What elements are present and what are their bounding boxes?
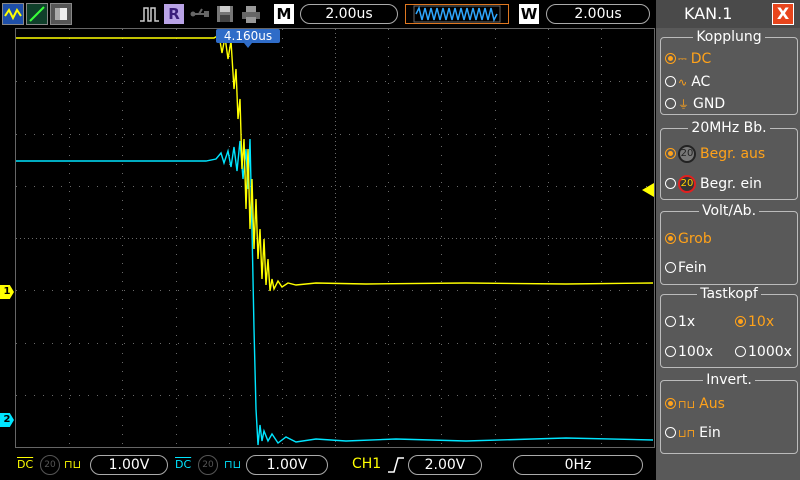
panel-header: KAN.1 X xyxy=(656,0,800,28)
window-timebase-indicator: W xyxy=(519,4,539,24)
radio-icon xyxy=(665,97,676,109)
memory-position-bar[interactable] xyxy=(405,4,509,24)
top-toolbar: R M 2.00us W 2.00us xyxy=(0,0,655,28)
radio-icon xyxy=(665,232,676,244)
coupling-group: Kopplung ⎓ DC ∿ AC ⏚ GND xyxy=(660,29,798,115)
ch2-scale-value[interactable]: 1.00V xyxy=(246,455,328,475)
trigger-level-marker[interactable] xyxy=(642,183,654,197)
ch1-trace xyxy=(16,33,654,292)
coupling-title: Kopplung xyxy=(693,29,765,45)
invert-on-option[interactable]: ⊔⊓ Ein xyxy=(665,425,721,441)
radio-icon xyxy=(665,426,676,438)
window-timebase-value[interactable]: 2.00us xyxy=(546,4,650,24)
ground-icon: ⏚ xyxy=(678,98,689,111)
invert-off-option[interactable]: ⊓⊔ Aus xyxy=(665,396,725,412)
radio-icon xyxy=(735,345,746,357)
bw-20-icon: 20 xyxy=(678,145,696,163)
pulse-trigger-icon[interactable] xyxy=(138,3,160,25)
probe-1x-option[interactable]: 1x xyxy=(665,314,695,330)
trigger-source[interactable]: CH1 xyxy=(352,456,381,472)
volts-title: Volt/Ab. xyxy=(698,203,760,219)
ch2-coupling-badge: DC xyxy=(175,458,192,471)
ch1-marker[interactable]: 1 xyxy=(0,285,14,299)
volts-group: Volt/Ab. Grob Fein xyxy=(660,203,798,285)
save-icon[interactable] xyxy=(214,3,236,25)
usb-icon xyxy=(189,3,211,25)
ch1-bw-icon: 20 xyxy=(40,455,60,475)
coupling-dc-option[interactable]: ⎓ DC xyxy=(665,51,711,67)
probe-title: Tastkopf xyxy=(697,286,761,302)
radio-icon xyxy=(735,315,746,327)
ch1-coupling-badge: DC xyxy=(17,458,34,471)
ch1-invert-icon: ⊓⊔ xyxy=(64,458,82,471)
panel-title: KAN.1 xyxy=(684,4,733,23)
radio-icon xyxy=(665,315,676,327)
rising-edge-icon xyxy=(386,455,406,479)
waveform-canvas: 4.160us xyxy=(16,29,654,447)
radio-icon xyxy=(665,261,676,273)
invert-group: Invert. ⊓⊔ Aus ⊔⊓ Ein xyxy=(660,372,798,454)
print-icon[interactable] xyxy=(240,3,262,25)
bw-limit-on-option[interactable]: 20 Begr. ein xyxy=(665,175,762,193)
radio-icon xyxy=(665,75,676,87)
bw-limit-off-option[interactable]: 20 Begr. aus xyxy=(665,145,765,163)
volts-coarse-option[interactable]: Grob xyxy=(665,231,712,247)
ac-icon: ∿ xyxy=(678,75,688,89)
ch2-marker[interactable]: 2 xyxy=(0,413,14,427)
dc-icon: ⎓ xyxy=(678,52,687,65)
square-wave-icon: ⊓⊔ xyxy=(678,397,696,411)
probe-group: Tastkopf 1x 10x 100x 1000x xyxy=(660,286,798,368)
ch2-invert-icon: ⊓⊔ xyxy=(224,458,242,471)
ch1-scale-value[interactable]: 1.00V xyxy=(90,455,168,475)
inverted-wave-icon: ⊔⊓ xyxy=(678,426,696,440)
coupling-ac-option[interactable]: ∿ AC xyxy=(665,74,710,90)
trigger-time-label: 4.160us xyxy=(224,29,272,43)
bottom-status-bar: DC 20 ⊓⊔ 1.00V DC 20 ⊓⊔ 1.00V CH1 2.00V … xyxy=(0,450,655,480)
image-icon[interactable] xyxy=(50,3,72,25)
wave-yellow-icon[interactable] xyxy=(2,3,24,25)
invert-title: Invert. xyxy=(703,372,755,388)
frequency-value: 0Hz xyxy=(513,455,643,475)
probe-100x-option[interactable]: 100x xyxy=(665,344,713,360)
slope-green-icon[interactable] xyxy=(26,3,48,25)
run-mode-indicator: R xyxy=(164,4,184,24)
bandwidth-group: 20MHz Bb. 20 Begr. aus 20 Begr. ein xyxy=(660,120,798,200)
radio-icon xyxy=(665,177,676,189)
radio-icon xyxy=(665,147,676,159)
main-timebase-indicator: M xyxy=(274,4,294,24)
coupling-gnd-option[interactable]: ⏚ GND xyxy=(665,96,725,112)
timebase-value[interactable]: 2.00us xyxy=(300,4,398,24)
bandwidth-title: 20MHz Bb. xyxy=(688,120,770,136)
ch2-bw-icon: 20 xyxy=(198,455,218,475)
radio-icon xyxy=(665,397,676,409)
waveform-display[interactable]: 4.160us xyxy=(15,28,655,448)
close-button[interactable]: X xyxy=(772,3,794,25)
volts-fine-option[interactable]: Fein xyxy=(665,260,707,276)
channel-menu-panel: KAN.1 X Kopplung ⎓ DC ∿ AC ⏚ GND 20MHz Bb. … xyxy=(656,0,800,480)
bw-20-limit-icon: 20 xyxy=(678,175,696,193)
radio-icon xyxy=(665,52,676,64)
radio-icon xyxy=(665,345,676,357)
trigger-level-value[interactable]: 2.00V xyxy=(408,455,482,475)
ch2-trace xyxy=(16,138,654,446)
probe-1000x-option[interactable]: 1000x xyxy=(735,344,792,360)
probe-10x-option[interactable]: 10x xyxy=(735,314,774,330)
